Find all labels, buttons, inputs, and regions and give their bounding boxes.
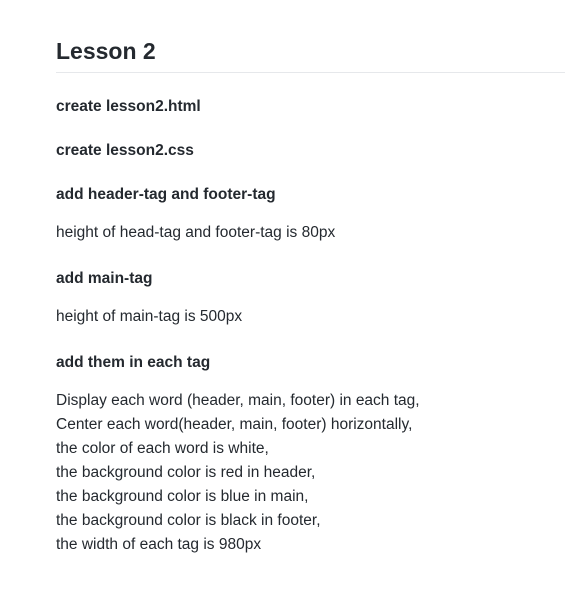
step-instructions: Display each word (header, main, footer)… [56,389,420,557]
step-heading-each-tag: add them in each tag [56,354,211,371]
step-heading-header-footer: add header-tag and footer-tag [56,186,276,203]
step-heading-create-html: create lesson2.html [56,98,201,115]
instruction-line: Center each word(header, main, footer) h… [56,416,413,433]
step-heading-main: add main-tag [56,270,153,287]
instruction-line: the background color is blue in main, [56,488,309,505]
page-title: Lesson 2 [56,38,156,64]
instruction-line: Display each word (header, main, footer)… [56,392,420,409]
step-text-header-footer-height: height of head-tag and footer-tag is 80p… [56,224,336,241]
instruction-line: the color of each word is white, [56,440,269,457]
title-divider [56,72,565,73]
step-heading-create-css: create lesson2.css [56,142,194,159]
instruction-line: the width of each tag is 980px [56,536,262,553]
instruction-line: the background color is red in header, [56,464,316,481]
instruction-line: the background color is black in footer, [56,512,321,529]
step-text-main-height: height of main-tag is 500px [56,308,243,325]
